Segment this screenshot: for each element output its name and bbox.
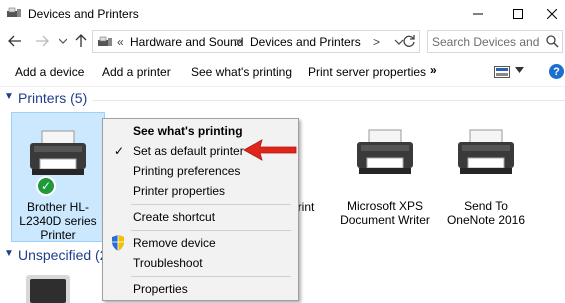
menu-item-label: Create shortcut	[133, 210, 216, 224]
device-microsoft-xps[interactable]: Microsoft XPS Document Writer	[339, 112, 431, 227]
see-whats-printing-button[interactable]: See what's printing	[191, 65, 292, 79]
menu-item-troubleshoot[interactable]: Troubleshoot	[103, 253, 298, 273]
device-label: Microsoft XPS Document Writer	[340, 199, 430, 227]
menu-separator	[131, 204, 291, 205]
add-printer-button[interactable]: Add a printer	[102, 65, 171, 79]
menu-item-label: Properties	[133, 282, 188, 296]
group-divider	[92, 100, 565, 101]
menu-separator	[131, 230, 291, 231]
title-bar: Devices and Printers	[0, 0, 565, 27]
menu-separator	[131, 276, 291, 277]
devices-printers-icon	[98, 36, 112, 46]
breadcrumb-devices-and-printers[interactable]: Devices and Printers	[250, 35, 361, 49]
up-button[interactable]	[73, 33, 89, 49]
back-button[interactable]	[7, 33, 23, 49]
close-icon	[546, 8, 557, 19]
menu-item-label: Printer properties	[133, 184, 226, 198]
help-button[interactable]: ?	[549, 64, 564, 79]
chevron-down-icon	[59, 38, 67, 44]
search-input[interactable]	[432, 34, 542, 49]
unspecified-device-screen	[30, 279, 66, 303]
forward-button[interactable]	[34, 33, 50, 49]
refresh-icon[interactable]	[402, 34, 416, 48]
up-arrow-icon	[75, 34, 87, 47]
device-send-to-onenote[interactable]: Send To OneNote 2016	[440, 112, 532, 227]
change-view-icon[interactable]	[494, 66, 510, 78]
device-label: Send To OneNote 2016	[446, 199, 526, 227]
search-box[interactable]	[427, 30, 563, 53]
red-arrow-icon	[243, 139, 297, 161]
menu-item-label: Printing preferences	[133, 164, 241, 178]
close-button[interactable]	[538, 0, 565, 27]
menu-item-create-shortcut[interactable]: Create shortcut	[103, 207, 298, 227]
maximize-button[interactable]	[498, 0, 538, 27]
menu-item-properties[interactable]: Properties	[103, 279, 298, 299]
add-device-button[interactable]: Add a device	[15, 65, 84, 79]
device-label: rint	[297, 200, 315, 214]
shield-icon	[112, 235, 124, 251]
recent-locations-button[interactable]	[55, 33, 71, 49]
window-title: Devices and Printers	[28, 7, 139, 21]
collapse-caret-icon[interactable]: ▼	[4, 91, 14, 102]
menu-item-printer-properties[interactable]: Printer properties	[103, 181, 298, 201]
breadcrumb-hardware-and-sound[interactable]: Hardware and Sound	[130, 35, 243, 49]
breadcrumb-chevron[interactable]: >	[373, 35, 380, 49]
printers-group-header[interactable]: ▼ Printers (5)	[0, 89, 565, 109]
navigation-bar: « Hardware and Sound > Devices and Print…	[0, 27, 565, 57]
unspecified-group-label: Unspecified (2)	[18, 247, 113, 263]
minimize-button[interactable]	[458, 0, 498, 27]
command-bar: Add a device Add a printer See what's pr…	[0, 57, 565, 87]
menu-item-label: See what's printing	[133, 124, 243, 138]
menu-item-remove-device[interactable]: Remove device	[103, 233, 298, 253]
breadcrumb-overflow[interactable]: «	[117, 35, 124, 49]
minimize-icon	[473, 13, 483, 14]
default-printer-check-icon: ✓	[36, 176, 56, 196]
print-server-properties-button[interactable]: Print server properties	[308, 65, 426, 79]
menu-item-printing-preferences[interactable]: Printing preferences	[103, 161, 298, 181]
printers-group-label: Printers (5)	[18, 90, 88, 106]
forward-arrow-icon	[36, 35, 49, 47]
menu-item-label: Remove device	[133, 236, 216, 250]
printer-icon	[357, 129, 413, 174]
menu-item-label: Troubleshoot	[133, 256, 203, 270]
collapse-caret-icon[interactable]: ▼	[4, 248, 14, 259]
device-hidden-printer[interactable]: rint	[296, 200, 316, 216]
search-icon[interactable]	[546, 35, 559, 48]
printer-icon	[458, 129, 514, 174]
back-arrow-icon	[8, 35, 21, 47]
breadcrumb-chevron[interactable]: >	[235, 35, 242, 49]
device-label: Brother HL-L2340D series Printer	[19, 200, 97, 242]
checkmark-icon: ✓	[114, 144, 125, 158]
more-commands-button[interactable]: »	[430, 63, 437, 77]
address-bar[interactable]: « Hardware and Sound > Devices and Print…	[92, 30, 420, 53]
chevron-down-icon[interactable]	[515, 67, 524, 73]
menu-item-label: Set as default printer	[133, 144, 244, 158]
device-brother-printer[interactable]: ✓ Brother HL-L2340D series Printer	[11, 112, 105, 242]
printer-icon	[30, 130, 86, 175]
maximize-icon	[513, 8, 523, 19]
devices-printers-icon	[7, 7, 21, 17]
